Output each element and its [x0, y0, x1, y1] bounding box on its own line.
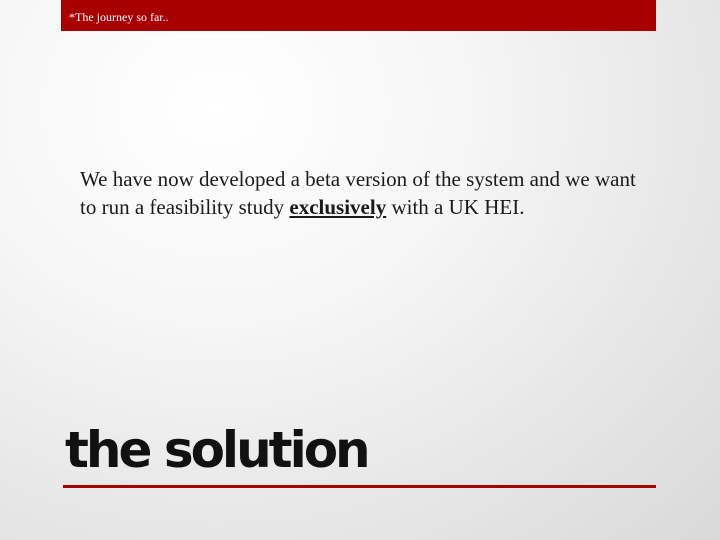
header-bar: *The journey so far.. [61, 0, 656, 31]
body-text-emphasis: exclusively [289, 195, 387, 219]
body-paragraph: We have now developed a beta version of … [80, 165, 650, 221]
header-text: *The journey so far.. [69, 10, 169, 24]
title-underline-rule [63, 485, 656, 488]
slide-title: the solution [65, 421, 371, 479]
body-text-after: with a UK HEI. [386, 195, 525, 219]
